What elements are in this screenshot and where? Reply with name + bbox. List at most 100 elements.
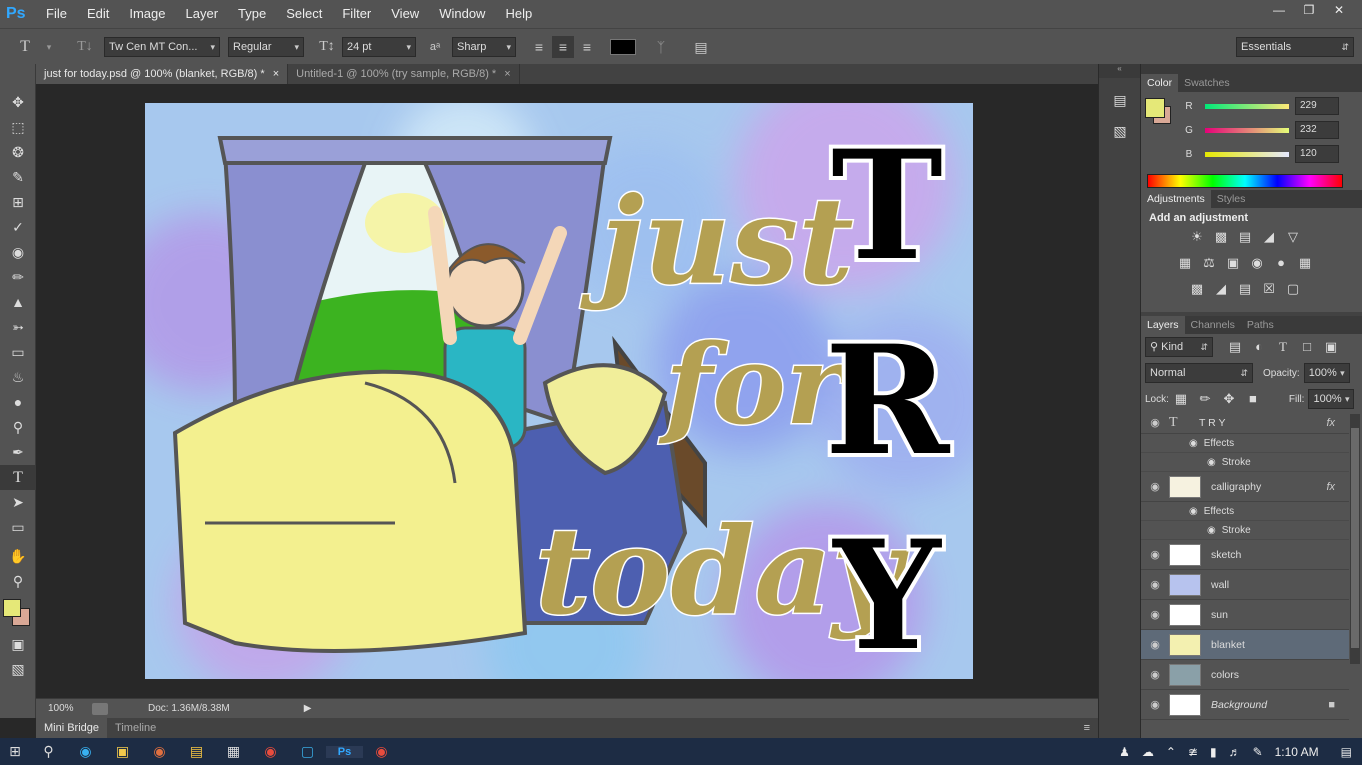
lock-position-icon[interactable]: ✥ (1217, 386, 1241, 412)
smart-object-filter-icon[interactable]: ▣ (1319, 334, 1343, 360)
menu-image[interactable]: Image (119, 0, 175, 28)
crop-tool-icon[interactable]: ⊞ (0, 190, 36, 215)
type-tool-preset-icon[interactable]: T (14, 36, 36, 58)
brightness-icon[interactable]: ☀ (1185, 224, 1209, 250)
tab-adjustments[interactable]: Adjustments (1141, 190, 1211, 208)
history-brush-tool-icon[interactable]: ➳ (0, 315, 36, 340)
people-icon[interactable]: ♟ (1119, 745, 1130, 759)
align-left-icon[interactable]: ≡ (528, 36, 550, 58)
dodge-tool-icon[interactable]: ⚲ (0, 415, 36, 440)
menu-window[interactable]: Window (429, 0, 495, 28)
layer-row-try[interactable]: ◉ T T R Y fx (1141, 412, 1349, 434)
layer-row-blanket[interactable]: ◉ blanket (1141, 630, 1349, 660)
path-select-tool-icon[interactable]: ➤ (0, 490, 36, 515)
eye-icon[interactable]: ◉ (1189, 506, 1198, 517)
gradient-map-icon[interactable]: ▢ (1281, 276, 1305, 302)
layer-name[interactable]: blanket (1211, 639, 1245, 651)
text-color-swatch[interactable] (610, 38, 636, 55)
status-menu-arrow-icon[interactable]: ▶ (304, 703, 312, 714)
lock-transparency-icon[interactable]: ▦ (1169, 386, 1193, 412)
align-center-icon[interactable]: ≡ (552, 35, 574, 58)
chrome-icon[interactable]: ◉ (252, 743, 289, 760)
type-filter-icon[interactable]: T (1271, 334, 1295, 360)
color-swatches[interactable] (0, 594, 35, 632)
menu-filter[interactable]: Filter (332, 0, 381, 28)
eye-icon[interactable]: ◉ (1141, 638, 1169, 651)
tab-color[interactable]: Color (1141, 74, 1179, 92)
tab-swatches[interactable]: Swatches (1178, 74, 1236, 92)
effects-row[interactable]: ◉ Effects (1141, 434, 1349, 453)
minimize-icon[interactable]: — (1264, 0, 1294, 20)
layer-row-colors[interactable]: ◉ colors (1141, 660, 1349, 690)
lock-all-icon[interactable]: ■ (1241, 386, 1265, 412)
stroke-row[interactable]: ◉ Stroke (1141, 521, 1349, 540)
paint-bucket-tool-icon[interactable]: ♨ (0, 365, 36, 390)
color-spectrum-ramp[interactable] (1147, 174, 1343, 188)
stamp-tool-icon[interactable]: ▲ (0, 290, 36, 315)
layer-row-sketch[interactable]: ◉ sketch (1141, 540, 1349, 570)
layer-name[interactable]: Background (1211, 699, 1267, 711)
opacity-field[interactable]: 100% ▾ (1303, 363, 1350, 383)
eye-icon[interactable]: ◉ (1141, 480, 1169, 493)
panel-menu-icon[interactable]: ≡ (1084, 718, 1090, 738)
restore-icon[interactable]: ❐ (1294, 0, 1324, 20)
eyedropper-tool-icon[interactable]: ✓ (0, 215, 36, 240)
tab-timeline[interactable]: Timeline (107, 718, 164, 738)
close-icon[interactable]: × (273, 68, 279, 80)
screen-mode-icon[interactable]: ▧ (0, 657, 36, 682)
zoom-tool-icon[interactable]: ⚲ (0, 569, 36, 594)
calculator-icon[interactable]: ▦ (215, 743, 252, 760)
zoom-level[interactable]: 100% (36, 703, 86, 714)
quick-mask-icon[interactable]: ▣ (0, 632, 36, 657)
close-icon[interactable]: ✕ (1324, 0, 1354, 20)
artboard[interactable]: just for today T R Y (145, 103, 973, 679)
fill-field[interactable]: 100% ▾ (1308, 389, 1355, 409)
font-style-select[interactable]: Regular ▾ (228, 36, 304, 57)
fx-icon[interactable]: fx (1326, 417, 1335, 429)
posterize-icon[interactable]: ◢ (1209, 276, 1233, 302)
red-slider[interactable] (1205, 103, 1289, 109)
chevron-down-icon[interactable]: ▾ (38, 36, 60, 58)
status-icon[interactable] (92, 702, 108, 715)
volume-icon[interactable]: ♬ (1229, 745, 1241, 759)
black-white-icon[interactable]: ▣ (1221, 250, 1245, 276)
invert-icon[interactable]: ▩ (1185, 276, 1209, 302)
eye-icon[interactable]: ◉ (1141, 548, 1169, 561)
lasso-tool-icon[interactable]: ❂ (0, 140, 36, 165)
eye-icon[interactable]: ◉ (1141, 698, 1169, 711)
levels-icon[interactable]: ▩ (1209, 224, 1233, 250)
eye-icon[interactable]: ◉ (1141, 668, 1169, 681)
hand-tool-icon[interactable]: ✋ (0, 544, 36, 569)
tab-channels[interactable]: Channels (1185, 316, 1241, 334)
align-right-icon[interactable]: ≡ (576, 36, 598, 58)
collapse-arrows-icon[interactable]: « (1099, 64, 1140, 78)
font-size-select[interactable]: 24 pt ▾ (342, 36, 416, 57)
selective-color-icon[interactable]: ☒ (1257, 276, 1281, 302)
tab-layers[interactable]: Layers (1141, 316, 1185, 334)
threshold-icon[interactable]: ▤ (1233, 276, 1257, 302)
antialias-select[interactable]: Sharp ▾ (452, 36, 516, 57)
channel-mixer-icon[interactable]: ● (1269, 250, 1293, 276)
blue-value-field[interactable]: 120 (1295, 145, 1339, 163)
menu-type[interactable]: Type (228, 0, 276, 28)
effects-row[interactable]: ◉ Effects (1141, 502, 1349, 521)
chrome-alt-icon[interactable]: ◉ (363, 743, 400, 760)
color-lookup-icon[interactable]: ▦ (1293, 250, 1317, 276)
photo-filter-icon[interactable]: ◉ (1245, 250, 1269, 276)
tab-mini-bridge[interactable]: Mini Bridge (36, 718, 108, 738)
photoshop-taskbar-icon[interactable]: Ps (326, 745, 363, 758)
pen-tool-icon[interactable]: ✒ (0, 440, 36, 465)
file-explorer-icon[interactable]: ▤ (178, 743, 215, 760)
green-slider[interactable] (1205, 127, 1289, 133)
pen-icon[interactable]: ✎ (1253, 745, 1263, 759)
curves-icon[interactable]: ▤ (1233, 224, 1257, 250)
layer-name[interactable]: T R Y (1199, 417, 1225, 429)
menu-layer[interactable]: Layer (176, 0, 229, 28)
menu-file[interactable]: File (36, 0, 77, 28)
scrollbar-thumb[interactable] (1351, 428, 1359, 648)
canvas-area[interactable]: just for today T R Y (36, 84, 1082, 698)
tab-untitled-1[interactable]: Untitled-1 @ 100% (try sample, RGB/8) * × (288, 64, 520, 84)
adjustment-filter-icon[interactable]: ◐ (1247, 334, 1271, 360)
brush-tool-icon[interactable]: ✏ (0, 265, 36, 290)
notifications-icon[interactable]: ▤ (1341, 745, 1352, 759)
